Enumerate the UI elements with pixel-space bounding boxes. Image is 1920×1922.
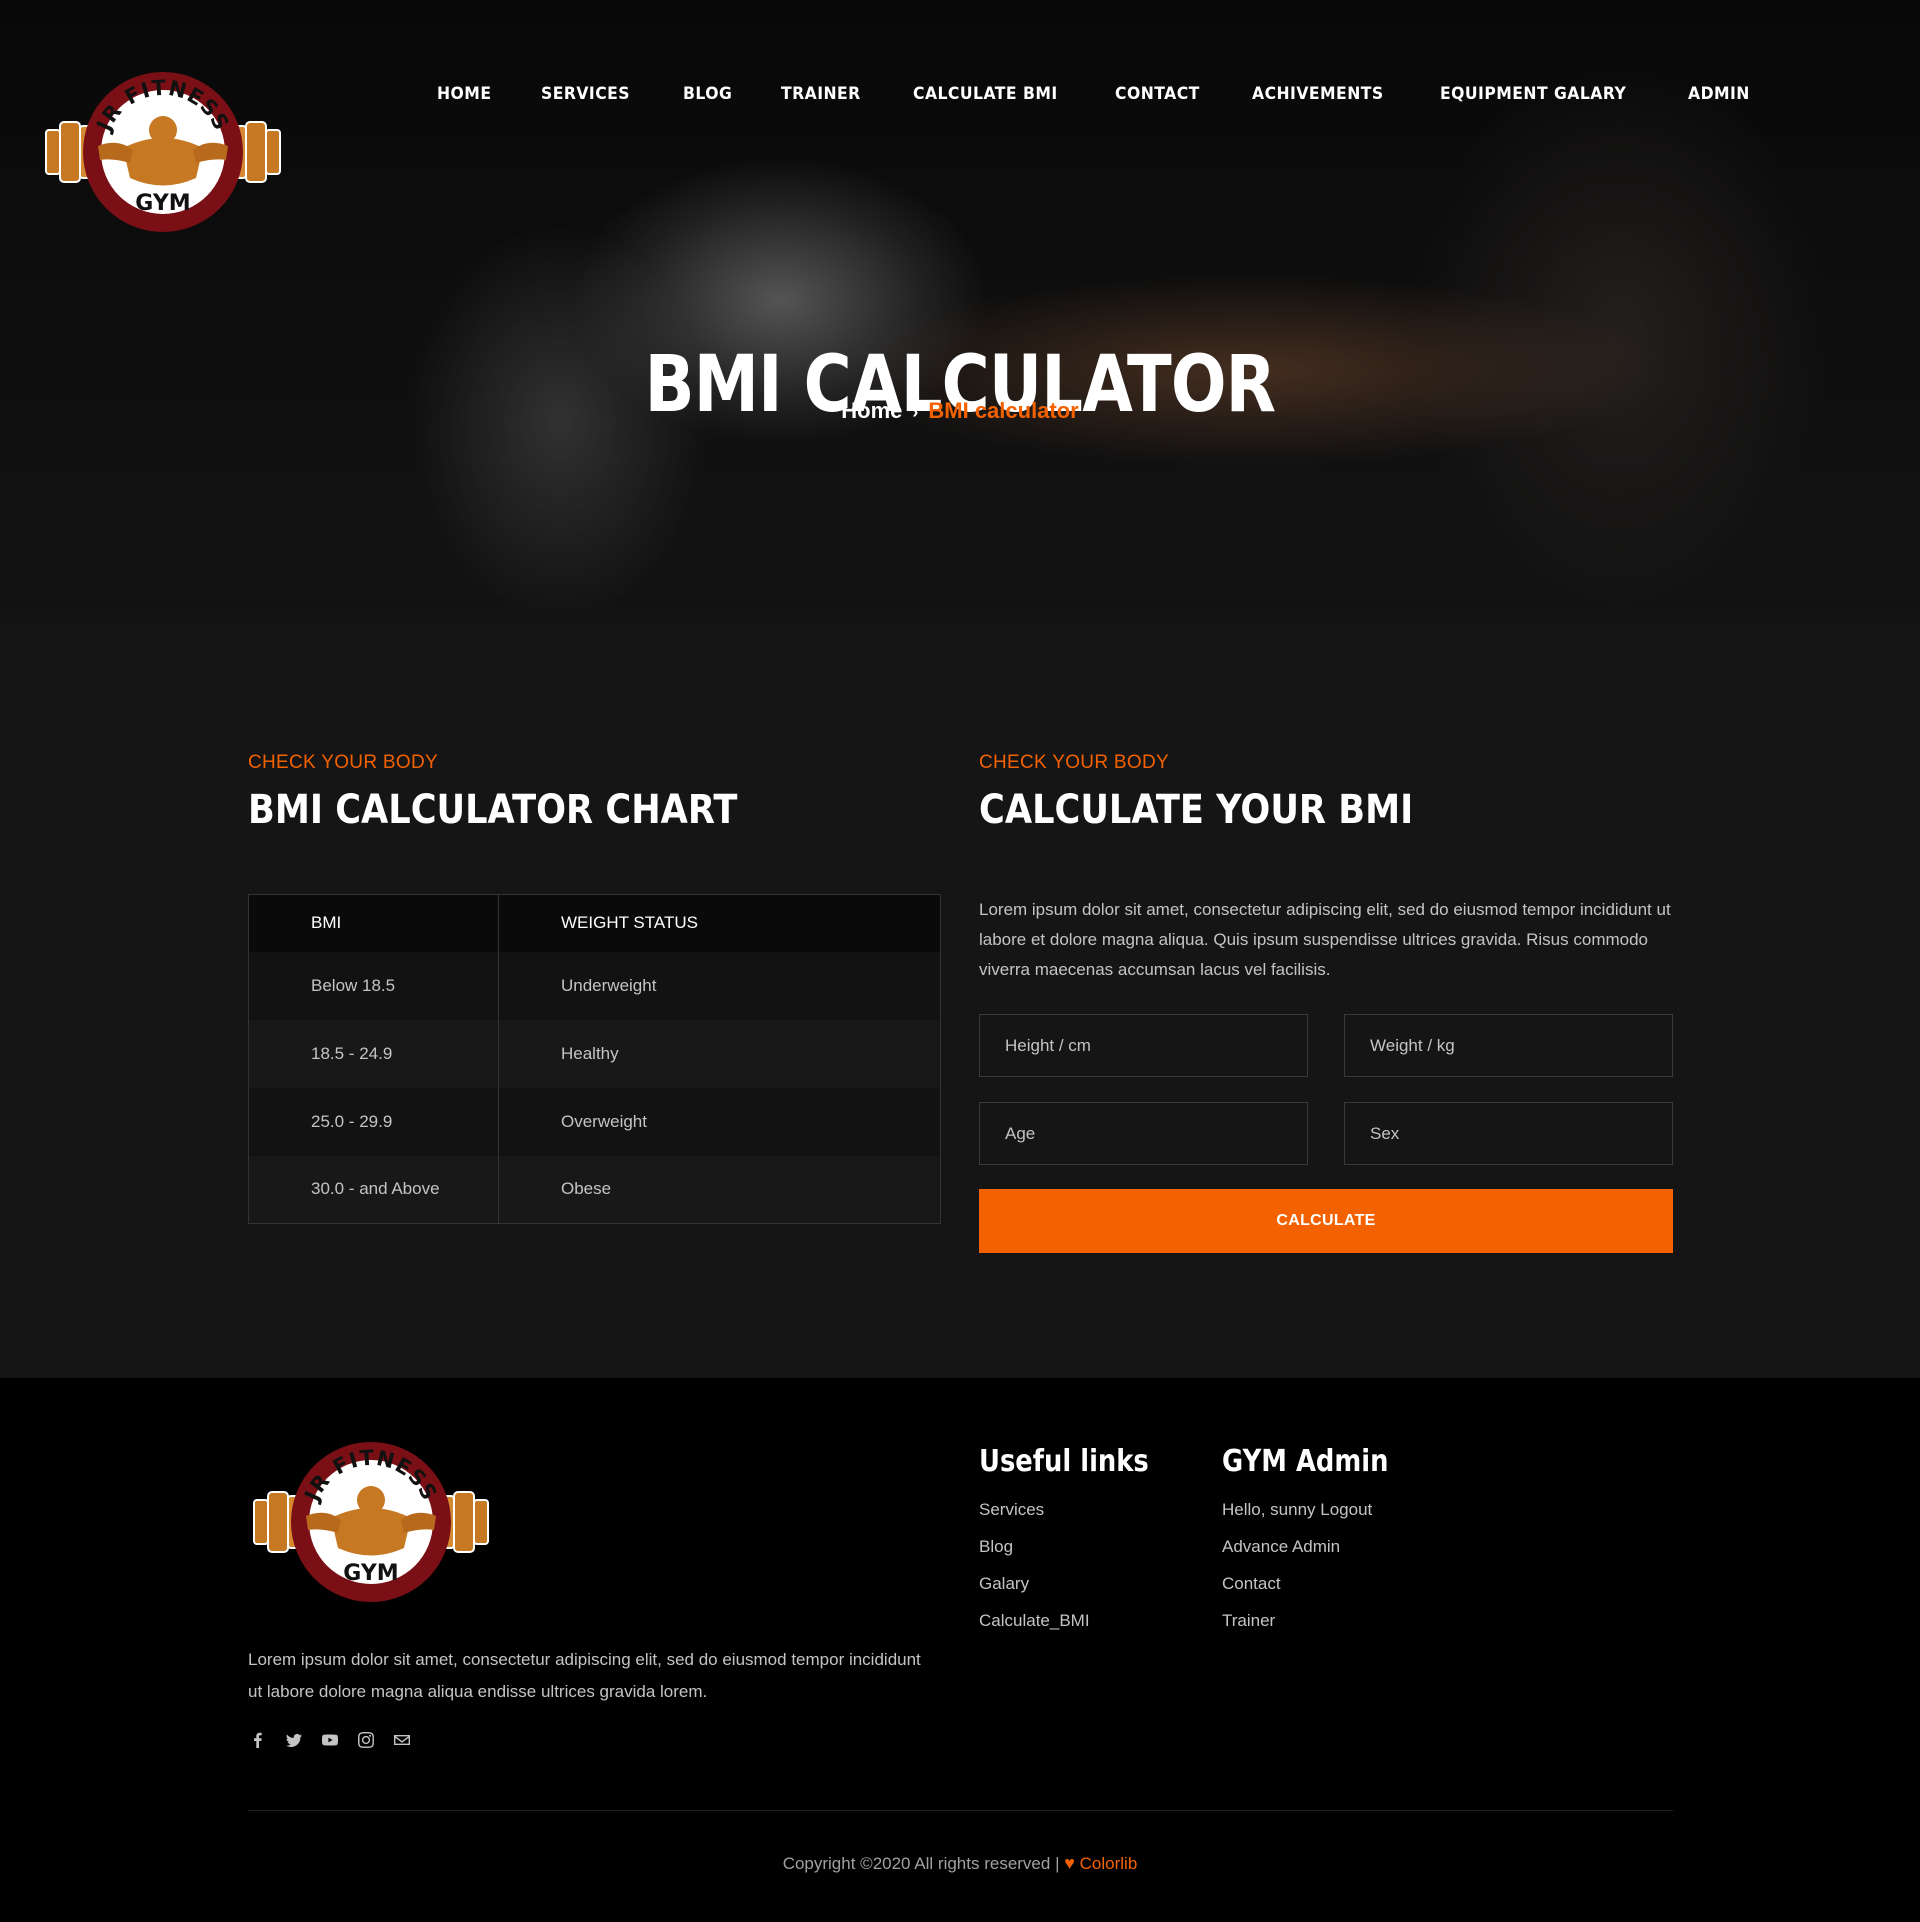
twitter-icon[interactable] [284,1730,304,1750]
logo-emblem: JR FITNESS GYM [45,72,281,232]
table-cell-bmi: Below 18.5 [248,951,499,1020]
nav-blog[interactable]: BLOG [683,84,732,104]
hero-banner: JR FITNESS GYM HOME SERVICES BLOG TRAINE… [0,0,1920,625]
site-footer: JR FITNESS GYM Lorem ipsum dolor sit ame… [0,1378,1920,1922]
calc-eyebrow: CHECK YOUR BODY [979,752,1169,773]
copyright: Copyright ©2020 All rights reserved | ♥ … [0,1853,1920,1874]
bmi-chart-table: BMI WEIGHT STATUS Below 18.5 Underweight… [248,894,941,1224]
footer-link-trainer[interactable]: Trainer [1222,1602,1372,1639]
table-header-row: BMI WEIGHT STATUS [248,894,941,952]
footer-link-contact[interactable]: Contact [1222,1565,1372,1602]
calculate-button[interactable]: CALCULATE [979,1189,1673,1253]
breadcrumb-current: BMI calculator [928,398,1079,423]
site-logo[interactable]: JR FITNESS GYM [38,68,288,236]
nav-admin[interactable]: ADMIN [1688,84,1750,104]
table-row: 25.0 - 29.9 Overweight [248,1087,941,1156]
main-nav: HOME SERVICES BLOG TRAINER CALCULATE BMI… [392,84,1755,104]
gym-admin-list: Hello, sunny Logout Advance Admin Contac… [1222,1491,1372,1639]
calc-title: CALCULATE YOUR BMI [979,787,1414,833]
breadcrumb-home[interactable]: Home [841,398,902,423]
breadcrumb: Home › BMI calculator [0,398,1920,424]
bmi-section: CHECK YOUR BODY BMI CALCULATOR CHART BMI… [0,625,1920,1378]
gym-admin-title: GYM Admin [1222,1444,1389,1479]
table-row: 18.5 - 24.9 Healthy [248,1019,941,1088]
chart-title: BMI CALCULATOR CHART [248,787,738,833]
footer-link-calculate-bmi[interactable]: Calculate_BMI [979,1602,1090,1639]
calc-description: Lorem ipsum dolor sit amet, consectetur … [979,900,1671,979]
nav-services[interactable]: SERVICES [541,84,630,104]
table-cell-status: Obese [498,1155,941,1224]
nav-calculate-bmi[interactable]: CALCULATE BMI [913,84,1058,104]
instagram-icon[interactable] [356,1730,376,1750]
table-cell-status: Healthy [498,1019,941,1088]
footer-logo[interactable]: JR FITNESS GYM [246,1438,496,1606]
useful-links-title: Useful links [979,1444,1149,1479]
mail-icon[interactable] [392,1730,412,1750]
table-cell-status: Overweight [498,1087,941,1156]
nav-contact[interactable]: CONTACT [1115,84,1200,104]
chart-eyebrow: CHECK YOUR BODY [248,752,438,773]
table-cell-bmi: 30.0 - and Above [248,1155,499,1224]
heart-icon: ♥ [1064,1853,1075,1873]
social-links [248,1730,412,1750]
nav-trainer[interactable]: TRAINER [781,84,861,104]
nav-achivements[interactable]: ACHIVEMENTS [1252,84,1384,104]
copyright-text: Copyright ©2020 All rights reserved | [782,1854,1060,1873]
colorlib-link[interactable]: Colorlib [1080,1854,1138,1873]
footer-link-blog[interactable]: Blog [979,1528,1090,1565]
nav-home[interactable]: HOME [437,84,491,104]
svg-text:GYM: GYM [343,1561,398,1586]
footer-link-logout[interactable]: Hello, sunny Logout [1222,1491,1372,1528]
nav-equipment-galary[interactable]: EQUIPMENT GALARY [1440,84,1626,104]
footer-logo-emblem: JR FITNESS GYM [253,1442,489,1602]
age-input[interactable] [979,1102,1308,1165]
height-input[interactable] [979,1014,1308,1077]
breadcrumb-chevron-icon: › [912,402,919,422]
footer-description: Lorem ipsum dolor sit amet, consectetur … [248,1650,921,1701]
useful-links-list: Services Blog Galary Calculate_BMI [979,1491,1090,1639]
table-header-bmi: BMI [248,894,499,952]
footer-link-galary[interactable]: Galary [979,1565,1090,1602]
table-row: 30.0 - and Above Obese [248,1155,941,1224]
sex-input[interactable] [1344,1102,1673,1165]
footer-link-services[interactable]: Services [979,1491,1090,1528]
svg-text:GYM: GYM [135,191,190,216]
table-cell-status: Underweight [498,951,941,1020]
facebook-icon[interactable] [248,1730,268,1750]
table-cell-bmi: 25.0 - 29.9 [248,1087,499,1156]
youtube-icon[interactable] [320,1730,340,1750]
table-header-weight-status: WEIGHT STATUS [498,894,941,952]
weight-input[interactable] [1344,1014,1673,1077]
footer-divider [248,1810,1673,1811]
table-row: Below 18.5 Underweight [248,951,941,1020]
footer-link-advance-admin[interactable]: Advance Admin [1222,1528,1372,1565]
table-cell-bmi: 18.5 - 24.9 [248,1019,499,1088]
